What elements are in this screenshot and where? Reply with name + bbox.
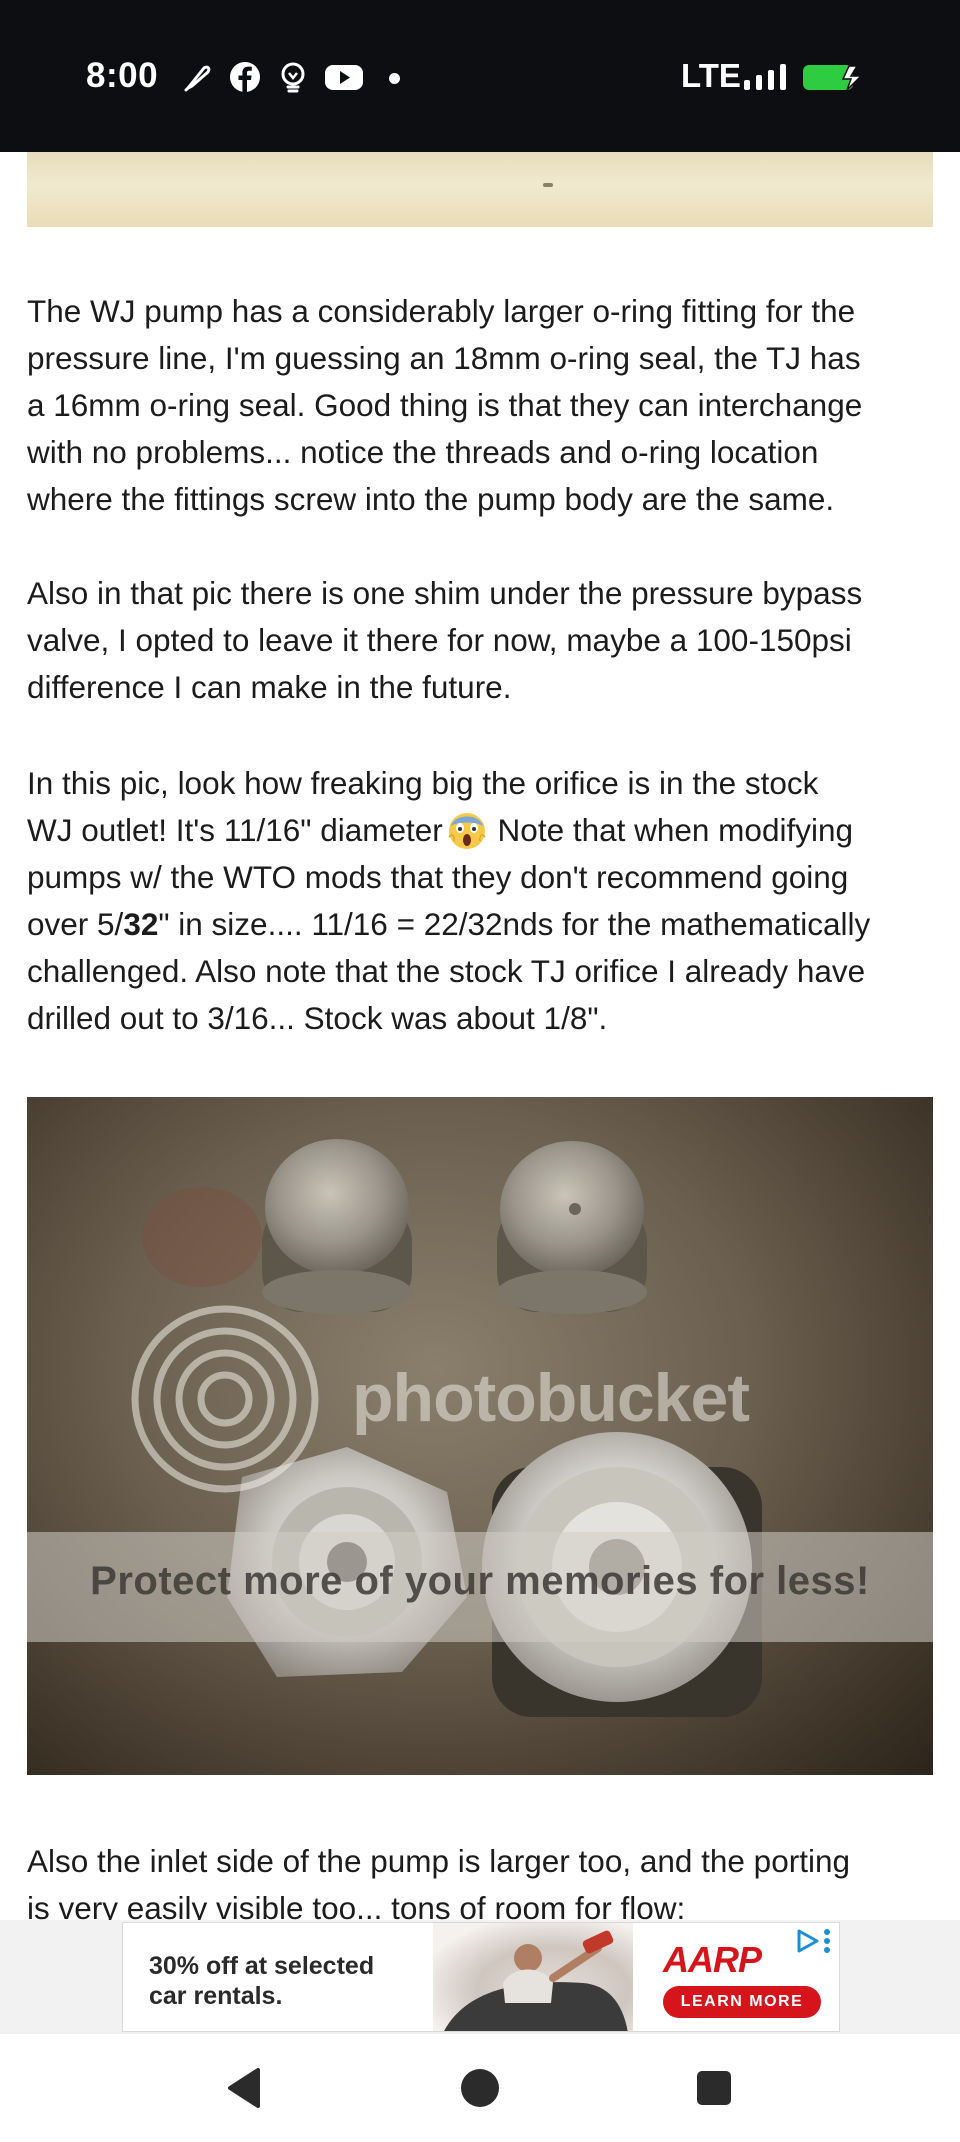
signal-bars-icon bbox=[744, 64, 786, 90]
ad-banner-area: 30% off at selected car rentals. AARP LE… bbox=[0, 1920, 960, 2034]
network-type: LTE bbox=[681, 57, 741, 94]
aarp-logo: AARP bbox=[663, 1939, 762, 1980]
lightbulb-icon bbox=[281, 62, 305, 93]
back-triangle-icon[interactable] bbox=[222, 2064, 270, 2112]
article-content[interactable]: The WJ pump has a considerably larger o-… bbox=[0, 152, 960, 1920]
facebook-icon bbox=[230, 62, 260, 92]
status-time: 8:00 bbox=[86, 56, 159, 95]
ad-banner[interactable]: 30% off at selected car rentals. AARP LE… bbox=[122, 1922, 840, 2032]
ad-copy: 30% off at selected car rentals. bbox=[149, 1952, 375, 2010]
youtube-icon bbox=[325, 65, 363, 90]
photobucket-watermark: Protect more of your memories for less! bbox=[90, 1559, 870, 1603]
status-bar: 8:00 LTE bbox=[0, 0, 960, 152]
ad-photo bbox=[433, 1923, 633, 2031]
recents-square-icon[interactable] bbox=[690, 2064, 738, 2112]
pump-fittings-photo[interactable]: photobucket Protect more of your memorie… bbox=[27, 1097, 933, 1775]
more-notifications-dot bbox=[389, 73, 400, 84]
previous-photo-bottom bbox=[27, 152, 933, 227]
adchoices-icon[interactable] bbox=[793, 1927, 833, 1957]
home-circle-icon[interactable] bbox=[456, 2064, 504, 2112]
face-screaming-emoji-icon bbox=[448, 813, 486, 849]
paragraph-bypass-valve: Also in that pic there is one shim under… bbox=[27, 575, 863, 705]
feather-icon bbox=[184, 65, 211, 92]
learn-more-button[interactable]: LEARN MORE bbox=[663, 1986, 821, 2018]
battery-charging-icon bbox=[803, 65, 863, 91]
navigation-bar bbox=[0, 2034, 960, 2142]
paragraph-orifice: In this pic, look how freaking big the o… bbox=[27, 765, 871, 1036]
photobucket-logo-text: photobucket bbox=[352, 1360, 750, 1436]
paragraph-inlet-side: Also the inlet side of the pump is large… bbox=[27, 1843, 850, 1920]
paragraph-pump-fittings: The WJ pump has a considerably larger o-… bbox=[27, 293, 863, 517]
